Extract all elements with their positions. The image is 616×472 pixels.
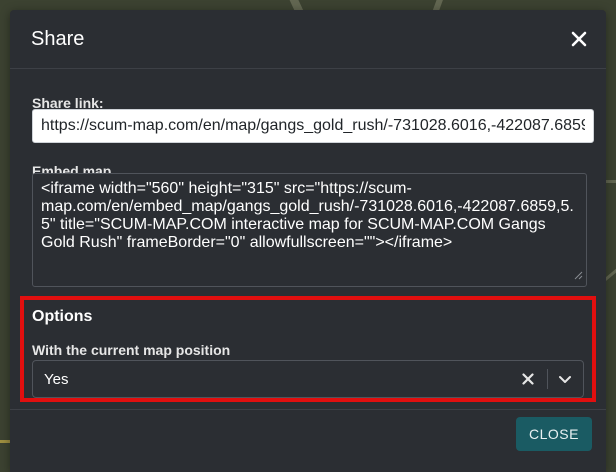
dialog-header: Share (10, 10, 606, 69)
chevron-down-icon[interactable] (558, 372, 572, 386)
map-position-label: With the current map position (32, 342, 231, 358)
select-separator (547, 369, 548, 389)
embed-code-textarea[interactable]: <iframe width="560" height="315" src="ht… (32, 173, 587, 287)
close-icon[interactable] (568, 28, 590, 50)
options-title: Options (32, 308, 93, 325)
share-dialog: Share Share link: Embed map <iframe widt… (10, 10, 606, 472)
map-position-value: Yes (44, 371, 69, 388)
dialog-body: Share link: Embed map <iframe width="560… (10, 69, 606, 410)
clear-icon[interactable] (521, 372, 535, 386)
dialog-title: Share (31, 28, 85, 50)
resize-grip-icon[interactable] (573, 267, 583, 280)
share-link-input[interactable] (32, 109, 594, 143)
map-position-select[interactable]: Yes (32, 360, 584, 398)
close-button[interactable]: CLOSE (516, 417, 592, 451)
